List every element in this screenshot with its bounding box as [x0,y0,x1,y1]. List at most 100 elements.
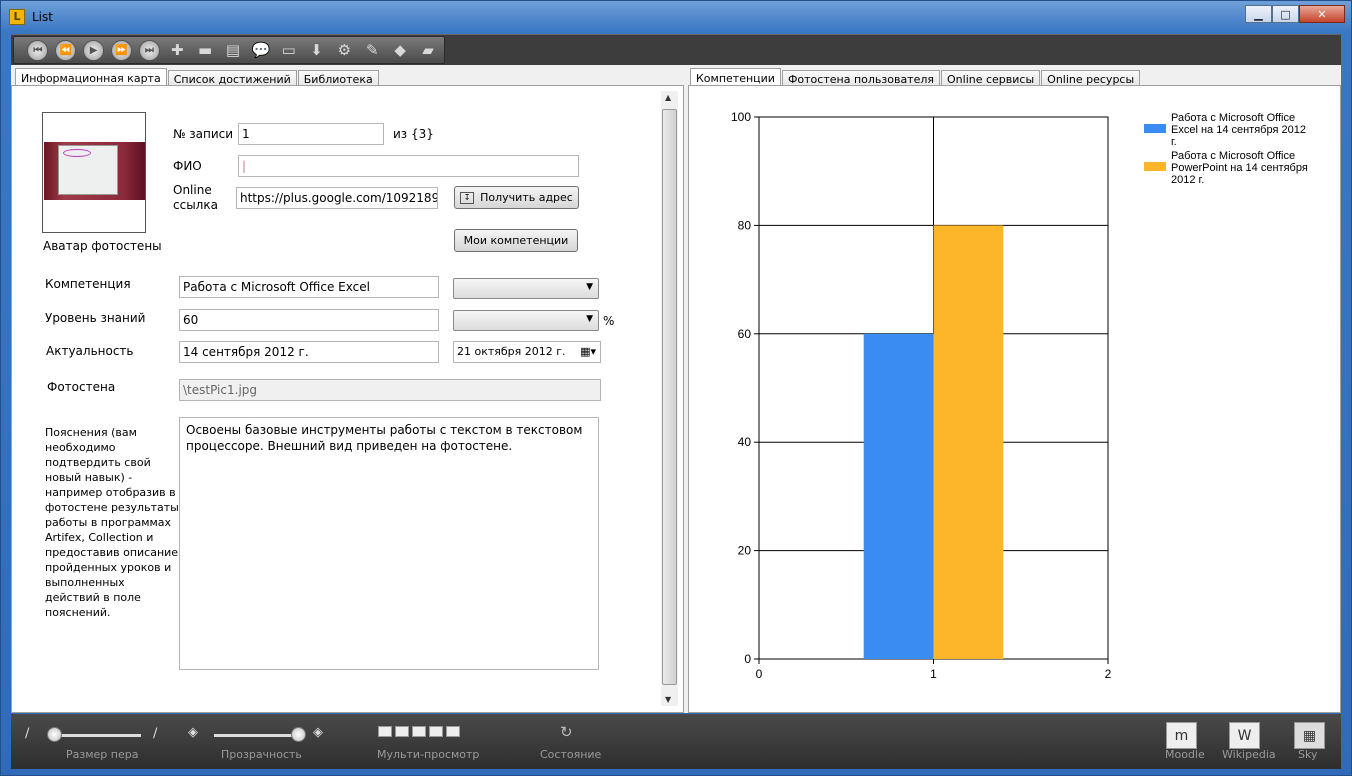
view-grid-icon[interactable] [429,726,443,737]
wikipedia-label: Wikipedia [1222,748,1276,761]
competency-field[interactable]: Работа с Microsoft Office Excel [179,276,439,298]
view-single-icon[interactable] [378,726,392,737]
record-count: из {3} [393,127,434,141]
y-tick-label: 20 [738,544,752,558]
legend-label-2: Работа с Microsoft Office PowerPoint на 1… [1171,150,1308,186]
left-pane: Информационная карта Список достижений Б… [11,65,684,713]
wikipedia-icon[interactable]: W [1229,722,1260,749]
pen-small-icon: ∕ [25,726,30,741]
maximize-button[interactable]: □ [1272,5,1299,23]
chevron-down-icon: ▼ [586,314,593,324]
competency-label: Компетенция [45,277,131,291]
minimize-button[interactable]: ▁ [1245,5,1272,23]
chevron-down-icon: ▼ [586,282,593,292]
y-tick-label: 0 [744,652,751,666]
pen-size-slider[interactable] [47,727,62,742]
avatar-image [44,142,145,200]
view-detail-icon[interactable] [446,726,460,737]
settings-icon[interactable]: ⚙ [332,38,356,62]
knowledge-label: Уровень знаний [45,311,146,325]
avatar-caption: Аватар фотостены [43,239,162,253]
moodle-label: Moodle [1165,748,1205,761]
knowledge-combo[interactable]: ▼ [453,310,599,331]
record-number-field[interactable]: 1 [238,123,384,145]
add-icon[interactable]: ✚ [165,38,189,62]
competency-combo[interactable]: ▼ [453,278,599,299]
prev-icon-glyph: ⏪ [55,39,77,61]
scroll-thumb[interactable] [662,109,677,685]
view-list-icon[interactable] [412,726,426,737]
main-content: Информационная карта Список достижений Б… [11,65,1341,713]
folder-icon[interactable]: ▰ [416,38,440,62]
play-icon-glyph: ▶ [83,39,105,61]
my-competencies-button[interactable]: Мои компетенции [454,229,578,252]
y-tick-label: 40 [738,435,752,449]
explanation-label: Пояснения (вам необходимо подтвердить св… [45,426,179,619]
fio-field[interactable]: | [238,155,579,177]
next-icon-glyph: ⏩ [111,39,132,61]
toolbar: ⏮ ⏪ ▶ ⏩ ⏭ ✚ ▬ ▤ 💬 ▭ ⬇ ⚙ ✎ ◆ ▰ [11,34,1341,65]
window-title: List [32,10,53,24]
knowledge-field[interactable]: 60 [179,309,439,331]
percent-label: % [603,314,615,328]
date-picker-value: 21 октября 2012 г. [457,345,566,358]
x-tick-label: 0 [756,667,763,681]
next-icon[interactable]: ⏩ [110,38,134,62]
pen-size-label: Размер пера [66,748,139,761]
actuality-label: Актуальность [46,344,134,358]
pen-icon[interactable]: ✎ [360,38,384,62]
view-double-icon[interactable] [395,726,409,737]
pen-large-icon: ∕ [153,726,158,741]
legend-label-1: Работа с Microsoft Office Excel на 14 сен… [1171,112,1306,148]
first-icon[interactable]: ⏮ [26,38,50,62]
transparency-slider[interactable] [291,727,306,742]
eraser-icon[interactable]: ◆ [388,38,412,62]
prev-icon[interactable]: ⏪ [54,38,78,62]
actuality-field[interactable]: 14 сентября 2012 г. [179,341,439,363]
calendar-icon: ▦▾ [580,345,596,358]
get-address-button[interactable]: ↧ Получить адрес [454,186,579,209]
title-bar[interactable]: L List ▁ □ ✕ [1,1,1351,31]
y-tick-label: 80 [738,218,752,232]
eraser-small-icon: ◈ [188,725,198,740]
close-button[interactable]: ✕ [1299,5,1345,23]
y-tick-label: 100 [731,110,751,124]
x-tick-label: 2 [1105,667,1112,681]
sky-icon[interactable]: ▦ [1294,722,1325,749]
scroll-down-icon[interactable]: ▼ [665,695,671,704]
toolbar-group: ⏮ ⏪ ▶ ⏩ ⏭ ✚ ▬ ▤ 💬 ▭ ⬇ ⚙ ✎ ◆ ▰ [13,36,445,64]
x-tick-label: 1 [930,667,937,681]
y-tick-label: 60 [738,327,752,341]
state-label: Состояние [540,748,602,761]
document-icon[interactable]: ▤ [221,38,245,62]
bar-1 [863,333,934,659]
first-icon-glyph: ⏮ [27,39,49,61]
app-icon: L [9,9,25,25]
play-icon[interactable]: ▶ [82,38,106,62]
get-address-label: Получить адрес [480,191,573,204]
legend-swatch-2 [1144,162,1166,171]
address-icon: ↧ [460,191,475,204]
last-icon[interactable]: ⏭ [137,38,161,62]
photowall-field[interactable]: \testPic1.jpg [179,379,601,401]
transparency-label: Прозрачность [221,748,302,761]
image-icon[interactable]: ▭ [277,38,301,62]
last-icon-glyph: ⏭ [138,39,160,61]
online-link-field[interactable]: https://plus.google.com/10921897 [236,187,438,209]
bottom-bar: ∕ ∕ Размер пера ◈ ◈ Прозрачность Мульти-… [11,714,1341,769]
avatar-photo[interactable] [42,112,146,233]
date-picker[interactable]: 21 октября 2012 г. ▦▾ [453,341,601,363]
bar-2 [933,225,1004,659]
moodle-icon[interactable]: m [1166,722,1197,749]
vertical-scrollbar[interactable]: ▲ ▼ [661,91,678,706]
pen-size-track[interactable] [51,734,141,737]
remove-icon[interactable]: ▬ [193,38,217,62]
record-label: № записи [173,127,234,141]
multiview-label: Мульти-просмотр [377,748,480,761]
comment-icon[interactable]: 💬 [249,38,273,62]
explanation-textarea[interactable]: Освоены базовые инструменты работы с тек… [179,417,599,670]
download-icon[interactable]: ⬇ [305,38,329,62]
sky-label: Sky [1298,748,1318,761]
refresh-icon[interactable]: ↻ [560,723,573,741]
scroll-up-icon[interactable]: ▲ [665,93,671,102]
